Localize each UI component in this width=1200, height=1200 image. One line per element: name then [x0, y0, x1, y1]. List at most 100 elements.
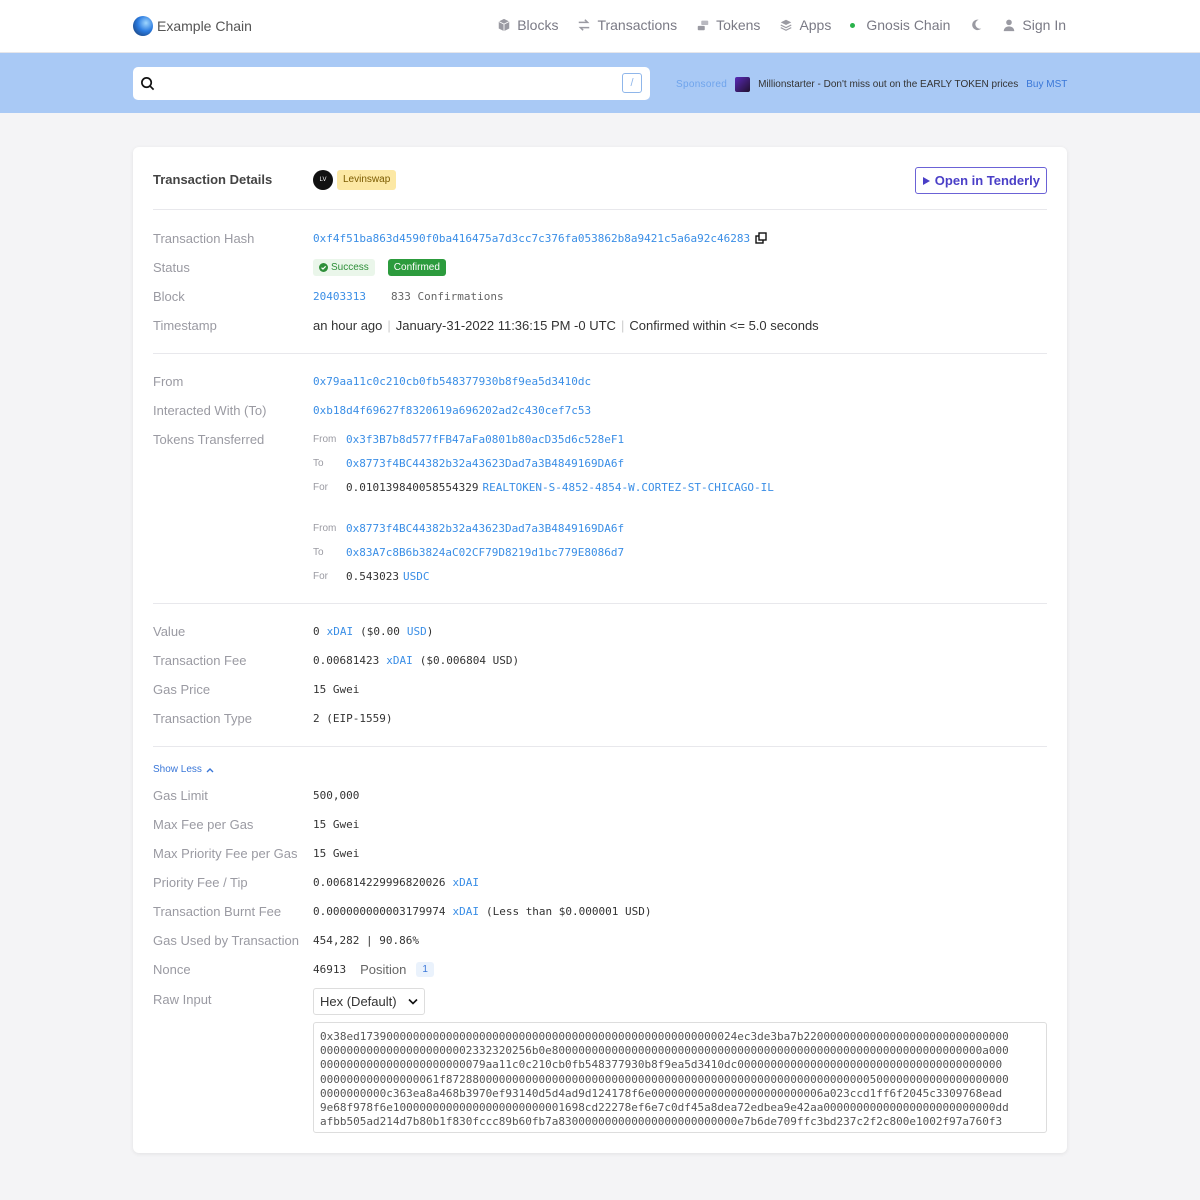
- from-label: From: [153, 373, 184, 389]
- burnt-fee-note: (Less than $0.000001 USD): [485, 904, 652, 918]
- row-gas-limit: Gas Limit 500,000: [153, 786, 1047, 804]
- raw-format-value: Hex (Default): [320, 994, 397, 1009]
- nav-transactions[interactable]: Transactions: [577, 17, 677, 33]
- transaction-type-value: 2 (EIP-1559): [313, 711, 393, 725]
- show-less-toggle[interactable]: Show Less: [153, 764, 214, 775]
- burnt-fee-value: 0.000000000003179974: [313, 904, 446, 918]
- row-nonce: Nonce 46913 Position 1: [153, 960, 1047, 978]
- transfer-to-address[interactable]: 0x83A7c8B6b3824aC02CF79D8219d1bc779E8086…: [346, 546, 624, 559]
- open-in-tenderly-button[interactable]: Open in Tenderly: [914, 167, 1047, 194]
- value-token-link[interactable]: xDAI: [327, 625, 354, 638]
- timestamp-confirmed-within: Confirmed within <= 5.0 seconds: [629, 317, 819, 333]
- gas-limit-label: Gas Limit: [153, 787, 208, 803]
- nav-apps[interactable]: Apps: [779, 17, 831, 33]
- fee-amount: 0.00681423: [313, 653, 380, 667]
- transaction-hash[interactable]: 0xf4f51ba863d4590f0ba416475a7d3cc7c376fa…: [313, 232, 750, 245]
- row-tokens-transferred: Tokens Transferred From 0x3f3B7b8d577fFB…: [153, 430, 1047, 448]
- max-fee-value: 15 Gwei: [313, 817, 360, 831]
- sponsored-banner[interactable]: Sponsored Millionstarter - Don't miss ou…: [676, 77, 1067, 92]
- priority-tip-value: 0.006814229996820026: [313, 875, 446, 889]
- block-number-link[interactable]: 20403313: [313, 290, 366, 303]
- transfer-from-label: From: [313, 522, 337, 534]
- play-icon: [922, 176, 930, 185]
- main-nav: Blocks Transactions Tokens Apps Gnosis C…: [497, 17, 1066, 33]
- nav-blocks-label: Blocks: [517, 17, 559, 33]
- sponsor-cta-link[interactable]: Buy MST: [1026, 79, 1067, 90]
- brand[interactable]: Example Chain: [133, 16, 252, 36]
- to-address-link[interactable]: 0xb18d4f69627f8320619a696202ad2c430cef7c…: [313, 404, 591, 417]
- transfer-amount: 0.543023: [346, 569, 399, 583]
- timestamp-label: Timestamp: [153, 317, 217, 333]
- nav-apps-label: Apps: [799, 17, 832, 33]
- gas-used-value: 454,282 | 90.86%: [313, 933, 419, 947]
- max-priority-fee-label: Max Priority Fee per Gas: [153, 845, 298, 861]
- brand-logo-icon: [133, 16, 153, 36]
- copy-icon[interactable]: [755, 232, 767, 244]
- separator: |: [620, 317, 625, 333]
- transfer-to-label: To: [313, 457, 324, 469]
- row-block: Block 20403313 833 Confirmations: [153, 287, 1047, 305]
- row-value: Value 0 xDAI ($0.00 USD ): [153, 622, 1047, 640]
- sponsor-logo-icon: [735, 77, 751, 92]
- network-status-dot-icon: [850, 22, 856, 28]
- row-transfer-for: For 0.010139840058554329 REALTOKEN-S-485…: [153, 478, 1047, 496]
- confirmations-count: 833 Confirmations: [390, 289, 504, 303]
- row-to: Interacted With (To) 0xb18d4f69627f83206…: [153, 401, 1047, 419]
- network-selector[interactable]: Gnosis Chain: [850, 17, 950, 33]
- separator: |: [387, 317, 391, 333]
- raw-input-line: afbb505ad214d7b80b1f830fccc89b60fb7a8300…: [320, 1115, 1003, 1129]
- value-usd: ($0.00: [360, 624, 400, 638]
- sign-in-label: Sign In: [1022, 17, 1066, 33]
- user-icon: [1004, 19, 1015, 32]
- priority-tip-token-link[interactable]: xDAI: [452, 876, 479, 889]
- page-title: Transaction Details: [153, 172, 273, 187]
- transfer-for-label: For: [313, 570, 328, 582]
- transfer-from-address[interactable]: 0x8773f4BC44382b32a43623Dad7a3B4849169DA…: [346, 522, 624, 535]
- tokens-transferred-label: Tokens Transferred: [153, 431, 265, 447]
- row-hash: Transaction Hash 0xf4f51ba863d4590f0ba41…: [153, 229, 1047, 247]
- fee-token-link[interactable]: xDAI: [386, 654, 413, 667]
- chevron-up-icon: [206, 767, 214, 772]
- transaction-type-label: Transaction Type: [153, 710, 252, 726]
- row-gas-used: Gas Used by Transaction 454,282 | 90.86%: [153, 931, 1047, 949]
- transfer-token-link[interactable]: USDC: [403, 570, 430, 583]
- timestamp-relative: an hour ago: [313, 317, 383, 333]
- value-usd-close: ): [426, 624, 434, 638]
- transfer-to-label: To: [313, 546, 324, 558]
- row-transfer2-for: For 0.543023 USDC: [153, 567, 1047, 585]
- row-from: From 0x79aa11c0c210cb0fb548377930b8f9ea5…: [153, 372, 1047, 390]
- search-shortcut-key: /: [622, 73, 642, 93]
- dark-mode-toggle[interactable]: [969, 18, 983, 32]
- cube-icon: [498, 18, 510, 32]
- top-navbar: Example Chain Blocks Transactions Tokens…: [0, 0, 1200, 53]
- nav-tokens[interactable]: Tokens: [696, 17, 760, 33]
- value-usd-unit: USD: [406, 624, 427, 638]
- transfer-to-address[interactable]: 0x8773f4BC44382b32a43623Dad7a3B4849169DA…: [346, 457, 624, 470]
- search-band: / Sponsored Millionstarter - Don't miss …: [0, 53, 1200, 113]
- raw-input-format-select[interactable]: Hex (Default): [313, 988, 425, 1015]
- status-label: Status: [153, 259, 190, 275]
- raw-input-line: 0000000000c363ea8a468b3970ef93140d5d4ad9…: [320, 1086, 1003, 1100]
- fee-usd: ($0.006804 USD): [419, 653, 520, 667]
- gas-used-label: Gas Used by Transaction: [153, 932, 299, 948]
- raw-input-line: 00000000000000000000002332320256b0e80000…: [320, 1044, 1009, 1058]
- from-address-link[interactable]: 0x79aa11c0c210cb0fb548377930b8f9ea5d3410…: [313, 375, 591, 388]
- protocol-badge[interactable]: Levinswap: [337, 170, 397, 190]
- sign-in-button[interactable]: Sign In: [1002, 17, 1066, 33]
- nav-blocks[interactable]: Blocks: [497, 17, 558, 33]
- raw-input-textarea[interactable]: 0x38ed1739000000000000000000000000000000…: [313, 1022, 1047, 1133]
- position-badge: 1: [416, 961, 434, 977]
- timestamp-absolute: January-31-2022 11:36:15 PM -0 UTC: [395, 317, 616, 333]
- status-badge: Success: [313, 258, 375, 276]
- burnt-fee-token-link[interactable]: xDAI: [452, 905, 479, 918]
- search-input[interactable]: /: [133, 67, 650, 100]
- coins-icon: [697, 20, 709, 31]
- to-label: Interacted With (To): [153, 402, 267, 418]
- row-status: Status Success Confirmed: [153, 258, 1047, 276]
- row-transaction-type: Transaction Type 2 (EIP-1559): [153, 709, 1047, 727]
- nonce-value: 46913: [313, 962, 347, 976]
- transfer-from-address[interactable]: 0x3f3B7b8d577fFB47aFa0801b80acD35d6c528e…: [346, 433, 624, 446]
- nav-transactions-label: Transactions: [597, 17, 678, 33]
- transfer-token-link[interactable]: REALTOKEN-S-4852-4854-W.CORTEZ-ST-CHICAG…: [482, 481, 773, 494]
- row-raw-input: Raw Input: [153, 990, 1047, 1008]
